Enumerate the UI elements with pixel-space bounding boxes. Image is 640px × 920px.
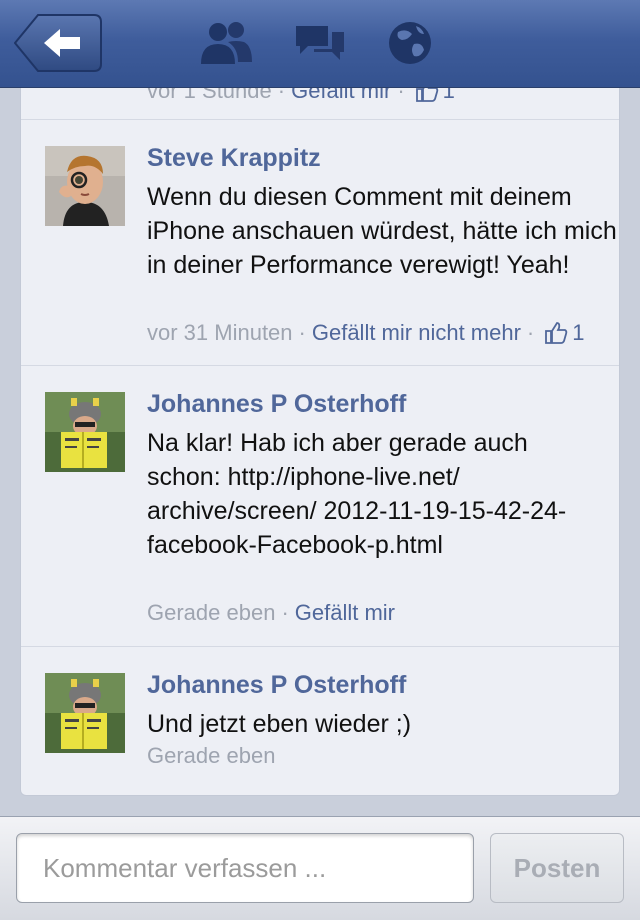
avatar[interactable]	[45, 146, 125, 226]
comment-time: vor 1 Stunde	[147, 88, 272, 103]
comment-meta: vor 1 Stunde · Gefällt mir · 1	[147, 88, 455, 109]
top-navigation-bar	[0, 0, 640, 88]
separator-dot: ·	[526, 320, 535, 345]
comment-author[interactable]: Johannes P Osterhoff	[147, 671, 406, 700]
friends-icon[interactable]	[198, 18, 254, 68]
like-link[interactable]: Gefällt mir	[295, 600, 395, 625]
avatar[interactable]	[45, 392, 125, 472]
partial-comment-row: vor 1 Stunde · Gefällt mir · 1	[21, 88, 619, 120]
post-button[interactable]: Posten	[490, 833, 624, 903]
messages-icon[interactable]	[292, 18, 348, 68]
comment-composer: Posten	[0, 816, 640, 920]
comment-author[interactable]: Steve Krappitz	[147, 144, 321, 173]
separator-dot: ·	[277, 88, 286, 103]
comment-time: Gerade eben	[147, 600, 276, 625]
comment-item: Johannes P Osterhoff Na klar! Hab ich ab…	[21, 366, 619, 647]
back-arrow-icon	[14, 14, 102, 72]
comment-meta: Gerade eben	[147, 743, 275, 769]
comment-item: Steve Krappitz Wenn du diesen Comment mi…	[21, 120, 619, 366]
separator-dot: ·	[298, 320, 306, 345]
thumbs-up-icon	[544, 321, 568, 351]
comment-text: Na klar! Hab ich aber gerade auch schon:…	[147, 429, 567, 559]
like-count: 1	[572, 320, 585, 345]
separator-dot: ·	[281, 600, 289, 625]
like-count: 1	[442, 88, 455, 103]
thumbs-up-icon	[415, 88, 439, 109]
comment-text: Und jetzt eben wieder ;)	[147, 710, 412, 738]
like-link[interactable]: Gefällt mir	[291, 88, 391, 103]
avatar[interactable]	[45, 673, 125, 753]
globe-icon[interactable]	[384, 18, 440, 68]
comment-author[interactable]: Johannes P Osterhoff	[147, 390, 406, 419]
back-button[interactable]	[14, 14, 102, 72]
comment-text: Wenn du diesen Comment mit deinem iPhone…	[147, 183, 617, 279]
separator-dot: ·	[397, 88, 405, 103]
comment-meta: vor 31 Minuten · Gefällt mir nicht mehr · 1	[147, 320, 585, 351]
comment-time: Gerade eben	[147, 743, 276, 768]
comments-card: vor 1 Stunde · Gefällt mir · 1 Steve Krappit…	[20, 88, 620, 796]
comment-item: Johannes P Osterhoff Und jetzt eben wied…	[21, 647, 619, 795]
comment-meta: Gerade eben · Gefällt mir	[147, 600, 395, 626]
comment-time: vor 31 Minuten	[147, 320, 293, 345]
comment-input[interactable]	[16, 833, 474, 903]
unlike-link[interactable]: Gefällt mir nicht mehr	[312, 320, 521, 345]
